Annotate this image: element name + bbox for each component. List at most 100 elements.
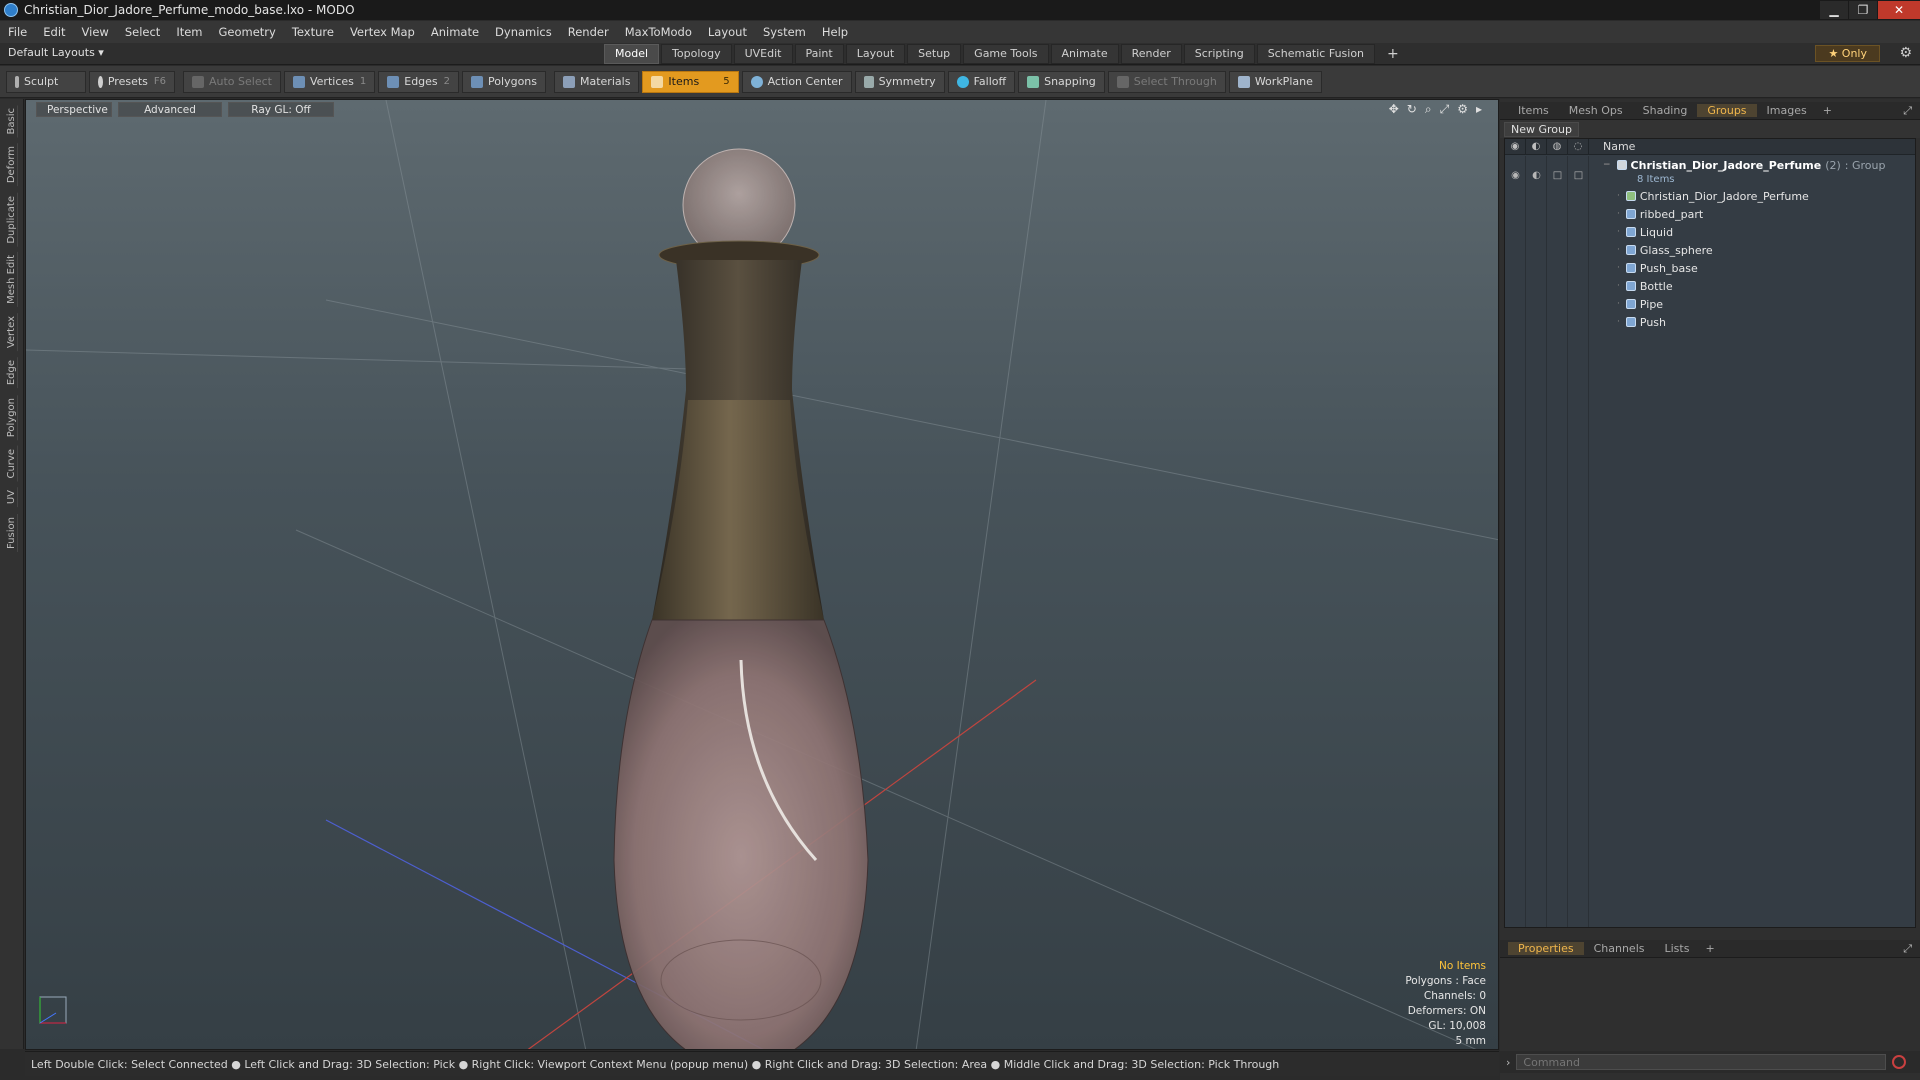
tab-model[interactable]: Model <box>604 44 660 64</box>
tab-groups[interactable]: Groups <box>1697 104 1757 117</box>
zoom-icon[interactable]: ⌕ <box>1425 102 1432 117</box>
edges-button[interactable]: Edges 2 <box>378 70 460 93</box>
strip-tab-mesh-edit[interactable]: Mesh Edit <box>6 252 18 308</box>
group-select-icon[interactable]: □ <box>1568 166 1589 184</box>
vertices-button[interactable]: Vertices 1 <box>283 70 376 93</box>
list-item[interactable]: · Christian_Dior_Jadore_Perfume <box>1589 187 1809 205</box>
add-panel-tab-button[interactable]: + <box>1817 104 1838 117</box>
list-item[interactable]: · Pipe <box>1589 295 1663 313</box>
tab-setup[interactable]: Setup <box>907 44 962 64</box>
menu-render[interactable]: Render <box>560 25 617 39</box>
select-through-button[interactable]: Select Through <box>1107 70 1226 93</box>
list-item[interactable]: · Push <box>1589 313 1666 331</box>
tab-mesh-ops[interactable]: Mesh Ops <box>1559 104 1633 117</box>
tab-schematic-fusion[interactable]: Schematic Fusion <box>1256 44 1376 64</box>
strip-tab-uv[interactable]: UV <box>6 487 18 508</box>
tab-channels[interactable]: Channels <box>1584 942 1655 955</box>
rotate-icon[interactable]: ↻ <box>1407 102 1417 117</box>
menu-file[interactable]: File <box>0 25 35 39</box>
strip-tab-vertex[interactable]: Vertex <box>6 313 18 352</box>
select-col-icon[interactable]: ◌ <box>1568 138 1589 155</box>
strip-tab-edge[interactable]: Edge <box>6 357 18 389</box>
minimize-button[interactable]: ▁ <box>1820 1 1848 19</box>
polygons-button[interactable]: Polygons <box>462 70 546 93</box>
action-center-button[interactable]: Action Center <box>741 70 852 93</box>
add-properties-tab-button[interactable]: + <box>1699 942 1720 955</box>
tab-shading[interactable]: Shading <box>1633 104 1698 117</box>
tab-render[interactable]: Render <box>1120 44 1182 64</box>
pan-icon[interactable]: ✥ <box>1389 102 1399 117</box>
presets-button[interactable]: Presets F6 <box>89 70 175 93</box>
viewport-gear-icon[interactable]: ⚙ <box>1457 102 1468 117</box>
list-item[interactable]: · Liquid <box>1589 223 1673 241</box>
menu-system[interactable]: System <box>755 25 814 39</box>
menu-vertex-map[interactable]: Vertex Map <box>342 25 423 39</box>
tab-properties[interactable]: Properties <box>1508 942 1584 955</box>
falloff-button[interactable]: Falloff <box>947 70 1016 93</box>
menu-help[interactable]: Help <box>814 25 856 39</box>
menu-view[interactable]: View <box>74 25 117 39</box>
info-channels: Channels: 0 <box>1423 990 1486 1002</box>
fit-icon[interactable]: ⤢ <box>1440 102 1450 117</box>
maximize-button[interactable]: ❐ <box>1849 1 1877 19</box>
collapse-icon[interactable]: − <box>1603 160 1611 170</box>
tab-items[interactable]: Items <box>1508 104 1559 117</box>
add-tab-button[interactable]: + <box>1377 44 1409 64</box>
record-macro-icon[interactable] <box>1892 1055 1907 1069</box>
group-eye-icon[interactable]: ◉ <box>1505 166 1526 184</box>
panel-expand-icon[interactable]: ⤢ <box>1903 104 1920 118</box>
lock-col-icon[interactable]: ◍ <box>1547 138 1568 155</box>
menu-dynamics[interactable]: Dynamics <box>487 25 560 39</box>
3d-viewport[interactable]: Perspective Advanced Ray GL: Off ✥ ↻ ⌕ ⤢… <box>25 99 1499 1050</box>
tab-uvedit[interactable]: UVEdit <box>733 44 793 64</box>
menu-geometry[interactable]: Geometry <box>211 25 284 39</box>
menu-layout[interactable]: Layout <box>700 25 755 39</box>
raygl-button[interactable]: Ray GL: Off <box>228 101 334 117</box>
strip-tab-curve[interactable]: Curve <box>6 445 18 482</box>
symmetry-button[interactable]: Symmetry <box>854 70 945 93</box>
tab-game-tools[interactable]: Game Tools <box>963 44 1049 64</box>
menu-edit[interactable]: Edit <box>35 25 73 39</box>
tab-layout[interactable]: Layout <box>845 44 906 64</box>
visibility-col-icon[interactable]: ◉ <box>1505 138 1526 155</box>
group-render-icon[interactable]: ◐ <box>1526 166 1547 184</box>
tab-paint[interactable]: Paint <box>794 44 844 64</box>
tab-lists[interactable]: Lists <box>1655 942 1700 955</box>
menu-animate[interactable]: Animate <box>423 25 487 39</box>
tab-animate[interactable]: Animate <box>1050 44 1119 64</box>
default-layouts-dropdown[interactable]: Default Layouts ▾ <box>8 46 104 59</box>
tab-topology[interactable]: Topology <box>661 44 732 64</box>
menu-maxtomodo[interactable]: MaxToModo <box>617 25 700 39</box>
tab-scripting[interactable]: Scripting <box>1183 44 1255 64</box>
close-button[interactable]: ✕ <box>1878 1 1920 19</box>
strip-tab-polygon[interactable]: Polygon <box>6 394 18 440</box>
menu-item[interactable]: Item <box>168 25 210 39</box>
list-item[interactable]: · Push_base <box>1589 259 1698 277</box>
properties-expand-icon[interactable]: ⤢ <box>1903 942 1920 956</box>
tab-images[interactable]: Images <box>1757 104 1817 117</box>
strip-tab-basic[interactable]: Basic <box>6 105 18 138</box>
list-item[interactable]: · Glass_sphere <box>1589 241 1713 259</box>
strip-tab-deform[interactable]: Deform <box>6 143 18 187</box>
snapping-button[interactable]: Snapping <box>1018 70 1105 93</box>
list-item[interactable]: · Bottle <box>1589 277 1673 295</box>
sculpt-button[interactable]: Sculpt <box>6 70 86 93</box>
group-lock-icon[interactable]: □ <box>1547 166 1568 184</box>
menu-texture[interactable]: Texture <box>284 25 342 39</box>
only-toggle[interactable]: ★ Only <box>1815 45 1880 62</box>
render-col-icon[interactable]: ◐ <box>1526 138 1547 155</box>
auto-select-button[interactable]: Auto Select <box>183 70 281 93</box>
advanced-button[interactable]: Advanced <box>118 101 222 117</box>
workplane-button[interactable]: WorkPlane <box>1228 70 1322 93</box>
viewport-expand-icon[interactable]: ▸ <box>1476 102 1482 117</box>
materials-button[interactable]: Materials <box>554 70 640 93</box>
command-input[interactable] <box>1516 1054 1887 1070</box>
gear-icon[interactable]: ⚙ <box>1899 45 1912 61</box>
list-item[interactable]: · ribbed_part <box>1589 205 1703 223</box>
perspective-button[interactable]: Perspective <box>36 101 112 117</box>
strip-tab-duplicate[interactable]: Duplicate <box>6 192 18 247</box>
new-group-button[interactable]: New Group <box>1504 121 1579 137</box>
strip-tab-fusion[interactable]: Fusion <box>6 513 18 552</box>
items-button[interactable]: Items 5 <box>642 70 739 93</box>
menu-select[interactable]: Select <box>117 25 168 39</box>
